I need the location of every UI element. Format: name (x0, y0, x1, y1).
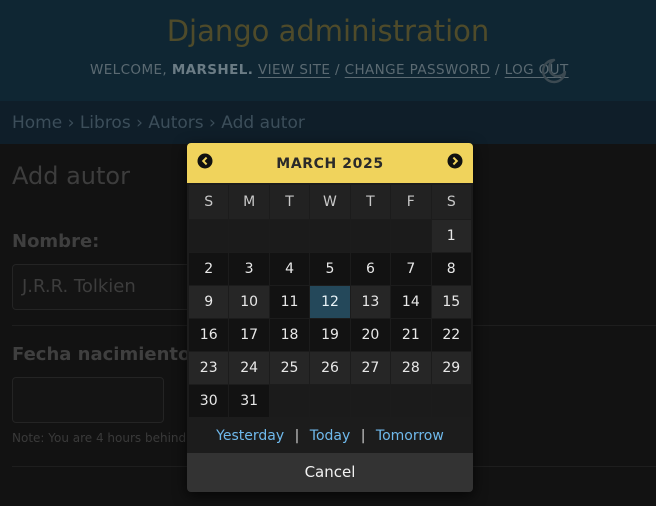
breadcrumb-separator: › (67, 113, 75, 133)
calendar-day[interactable]: 26 (310, 352, 350, 384)
breadcrumb: Home › Libros › Autors › Add autor (0, 101, 656, 144)
calendar-day[interactable]: 17 (229, 319, 269, 351)
calendar-day[interactable]: 27 (350, 352, 391, 384)
calendar-week: 16 17 18 19 20 21 22 (189, 319, 471, 351)
weekday-header: T (269, 185, 310, 219)
user-tools: WELCOME, MARSHEL. VIEW SITE / CHANGE PAS… (90, 62, 569, 78)
calendar-day[interactable]: 7 (391, 253, 431, 285)
calendar-day[interactable]: 9 (189, 286, 229, 318)
page-title: Add autor (12, 162, 130, 190)
view-site-link[interactable]: VIEW SITE (258, 62, 330, 78)
site-header: Django administration WELCOME, MARSHEL. … (0, 0, 656, 101)
timezone-note: Note: You are 4 hours behind (12, 431, 187, 445)
weekday-header: W (310, 185, 350, 219)
breadcrumb-app[interactable]: Libros (80, 113, 131, 133)
calendar-month-label: MARCH 2025 (276, 156, 384, 172)
calendar-day-today[interactable]: 12 (310, 286, 350, 318)
calendar-day[interactable]: 25 (269, 352, 310, 384)
empty-day-cell (431, 385, 471, 417)
username: MARSHEL. (171, 62, 254, 78)
tomorrow-link[interactable]: Tomorrow (376, 428, 444, 444)
breadcrumb-model[interactable]: Autors (148, 113, 203, 133)
calendar-day[interactable]: 29 (431, 352, 471, 384)
calendar-day[interactable]: 28 (391, 352, 431, 384)
calendar-day[interactable]: 6 (350, 253, 391, 285)
fecha-nacimiento-label: Fecha nacimiento: (12, 344, 198, 365)
calendar-day[interactable]: 18 (269, 319, 310, 351)
calendar-day[interactable]: 1 (431, 220, 471, 252)
weekday-header: M (229, 185, 269, 219)
empty-day-cell (391, 220, 431, 252)
calendar-day[interactable]: 14 (391, 286, 431, 318)
calendar-day[interactable]: 13 (350, 286, 391, 318)
site-title[interactable]: Django administration (0, 14, 656, 48)
weekday-header: S (431, 185, 471, 219)
calendar-day[interactable]: 16 (189, 319, 229, 351)
weekday-header: T (350, 185, 391, 219)
chevron-left-circle-icon[interactable] (197, 153, 213, 169)
yesterday-link[interactable]: Yesterday (216, 428, 284, 444)
calendar-caption: MARCH 2025 (187, 143, 473, 183)
calendar-grid: S M T W T F S 1 2 3 4 5 6 7 8 9 10 11 12… (188, 184, 472, 418)
moon-icon[interactable] (540, 57, 568, 85)
breadcrumb-separator: › (209, 113, 216, 133)
calendar-week: 9 10 11 12 13 14 15 (189, 286, 471, 318)
empty-day-cell (269, 220, 310, 252)
nombre-input[interactable]: J.R.R. Tolkien (12, 264, 192, 310)
empty-day-cell (189, 220, 229, 252)
empty-day-cell (350, 385, 391, 417)
weekday-header: S (189, 185, 229, 219)
empty-day-cell (229, 220, 269, 252)
calendar-cancel-button[interactable]: Cancel (187, 453, 473, 492)
empty-day-cell (269, 385, 310, 417)
calendar-shortcuts: Yesterday | Today | Tomorrow (187, 421, 473, 452)
calendar-day[interactable]: 22 (431, 319, 471, 351)
shortcut-separator: | (294, 428, 300, 444)
weekday-row: S M T W T F S (189, 185, 471, 219)
calendar-day[interactable]: 2 (189, 253, 229, 285)
calendar-week: 23 24 25 26 27 28 29 (189, 352, 471, 384)
breadcrumb-current: Add autor (221, 113, 305, 133)
calendar-day[interactable]: 10 (229, 286, 269, 318)
empty-day-cell (350, 220, 391, 252)
calendar-day[interactable]: 3 (229, 253, 269, 285)
calendar-day[interactable]: 8 (431, 253, 471, 285)
breadcrumb-home[interactable]: Home (12, 113, 62, 133)
weekday-header: F (391, 185, 431, 219)
empty-day-cell (310, 220, 350, 252)
calendar-week: 30 31 (189, 385, 471, 417)
change-password-link[interactable]: CHANGE PASSWORD (345, 62, 491, 78)
calendar-day[interactable]: 31 (229, 385, 269, 417)
empty-day-cell (391, 385, 431, 417)
calendar-week: 1 (189, 220, 471, 252)
today-link[interactable]: Today (310, 428, 351, 444)
chevron-right-circle-icon[interactable] (447, 153, 463, 169)
calendar-day[interactable]: 24 (229, 352, 269, 384)
calendar-day[interactable]: 15 (431, 286, 471, 318)
calendar-day[interactable]: 5 (310, 253, 350, 285)
calendar-popup: MARCH 2025 S M T W T F S 1 2 3 4 5 6 7 8… (187, 143, 473, 492)
calendar-day[interactable]: 20 (350, 319, 391, 351)
empty-day-cell (310, 385, 350, 417)
calendar-day[interactable]: 4 (269, 253, 310, 285)
calendar-day[interactable]: 23 (189, 352, 229, 384)
calendar-day[interactable]: 11 (269, 286, 310, 318)
calendar-day[interactable]: 19 (310, 319, 350, 351)
nombre-label: Nombre: (12, 231, 100, 252)
calendar-day[interactable]: 30 (189, 385, 229, 417)
fecha-nacimiento-input[interactable] (12, 377, 164, 423)
breadcrumb-separator: › (136, 113, 143, 133)
separator: / (335, 62, 340, 78)
calendar-week: 2 3 4 5 6 7 8 (189, 253, 471, 285)
shortcut-separator: | (360, 428, 366, 444)
separator: / (494, 62, 500, 78)
welcome-text: WELCOME, (90, 62, 168, 78)
calendar-day[interactable]: 21 (391, 319, 431, 351)
